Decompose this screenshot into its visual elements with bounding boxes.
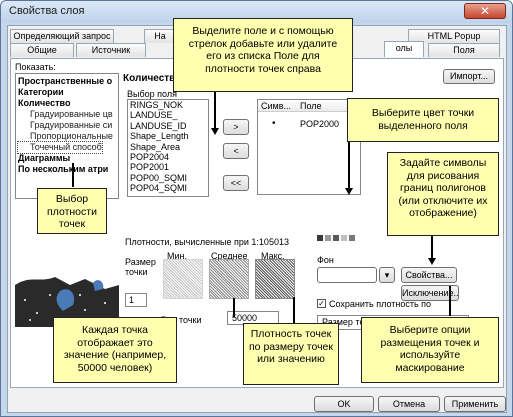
arrow-line xyxy=(293,297,295,323)
show-label: Показать: xyxy=(15,62,56,72)
tree-item-graduated-colors[interactable]: Градуированные цв xyxy=(18,109,116,120)
arrow-head xyxy=(428,258,436,265)
tree-item-dot-density[interactable]: Точечный способ xyxy=(17,141,103,154)
min-density-preview[interactable] xyxy=(163,259,203,299)
tab-partial[interactable]: На xyxy=(144,29,176,43)
symbol-swatch[interactable] xyxy=(325,235,331,241)
field-selection-label: Выбор поля xyxy=(127,89,177,99)
close-button[interactable]: ✕ xyxy=(464,3,506,19)
tree-item-features[interactable]: Пространственные о xyxy=(18,76,116,87)
keep-density-label: Сохранить плотность по xyxy=(329,299,432,309)
tree-item-graduated-symbols[interactable]: Градуированные си xyxy=(18,120,116,131)
field-list[interactable]: RINGS_NOK LANDUSE_ LANDUSE_ID Shape_Leng… xyxy=(127,99,209,197)
column-field-header[interactable]: Поле xyxy=(300,101,322,111)
background-symbol-button[interactable] xyxy=(317,267,377,283)
callout-symbols: Задайте символы для рисования границ пол… xyxy=(387,152,499,236)
tab-symbology[interactable]: олы xyxy=(384,41,424,57)
callout-dot-color: Выберите цвет точки выделенного поля xyxy=(347,98,499,142)
list-item[interactable]: Shape_Length xyxy=(128,131,208,141)
arrow-line xyxy=(214,92,216,130)
callout-field-selection: Выделите поле и с помощью стрелок добавь… xyxy=(173,18,353,92)
layer-properties-window: Свойства слоя ✕ Определяющий запрос На H… xyxy=(0,0,513,417)
tab-general[interactable]: Общие xyxy=(10,43,74,57)
callout-options: Выберите опции размещения точек и исполь… xyxy=(361,317,499,383)
dot-size-input[interactable]: 1 xyxy=(125,293,147,307)
list-item[interactable]: Shape_Area xyxy=(128,142,208,152)
list-item[interactable]: POP2001 xyxy=(128,162,208,172)
tab-fields[interactable]: Поля xyxy=(428,43,500,57)
table-row-field[interactable]: POP2000 xyxy=(300,119,339,129)
selected-fields-table[interactable]: Симв... Поле • POP2000 xyxy=(257,99,361,195)
arrow-head xyxy=(345,188,353,195)
mean-density-preview[interactable] xyxy=(209,259,249,299)
callout-density-size: Плотность точек по размеру точек или зна… xyxy=(243,323,339,385)
symbol-swatch[interactable] xyxy=(349,235,355,241)
window-title: Свойства слоя xyxy=(9,5,85,17)
symbol-swatch[interactable] xyxy=(317,235,323,241)
density-label: Плотности, вычисленные при 1:105013 xyxy=(125,237,289,247)
list-item[interactable]: POP00_SQMI xyxy=(128,173,208,183)
add-field-button[interactable]: > xyxy=(223,119,249,135)
tree-item-charts[interactable]: Диаграммы xyxy=(18,153,116,164)
tree-item-quantities[interactable]: Количество xyxy=(18,98,116,109)
tab-source[interactable]: Источник xyxy=(76,43,146,57)
arrow-line xyxy=(348,142,350,190)
arrow-line xyxy=(72,163,74,187)
list-item[interactable]: POP04_SQMI xyxy=(128,183,208,193)
tree-item-proportional[interactable]: Пропорциональные xyxy=(18,131,116,142)
list-item[interactable]: RINGS_NOK xyxy=(128,100,208,110)
list-item[interactable]: LANDUSE_ID xyxy=(128,121,208,131)
properties-button[interactable]: Свойства... xyxy=(401,267,457,283)
apply-button[interactable]: Применить xyxy=(444,396,506,412)
list-item[interactable]: LANDUSE_ xyxy=(128,110,208,120)
renderer-tree[interactable]: Пространственные о Категории Количество … xyxy=(15,73,119,199)
cancel-button[interactable]: Отмена xyxy=(378,396,440,412)
dot-size-label: Размер точки xyxy=(125,257,156,277)
callout-dot-value: Каждая точка отображает это значение (на… xyxy=(53,317,177,383)
remove-field-button[interactable]: < xyxy=(223,143,249,159)
background-label: Фон xyxy=(317,255,334,265)
arrow-line xyxy=(431,236,433,260)
symbol-swatch[interactable] xyxy=(341,235,347,241)
callout-density-choice: Выбор плотности точек xyxy=(37,188,107,234)
keep-density-checkbox[interactable]: ✓ xyxy=(317,299,326,308)
background-color-dropdown[interactable]: ▾ xyxy=(379,267,395,283)
ok-button[interactable]: OK xyxy=(314,396,374,412)
tab-definition-query[interactable]: Определяющий запрос xyxy=(10,29,114,43)
symbol-swatch[interactable] xyxy=(333,235,339,241)
arrow-line xyxy=(449,286,451,316)
remove-all-fields-button[interactable]: << xyxy=(223,175,249,191)
arrow-head xyxy=(211,128,219,135)
import-button[interactable]: Импорт... xyxy=(443,69,495,84)
column-symbol-header[interactable]: Симв... xyxy=(261,101,291,111)
max-density-preview[interactable] xyxy=(255,259,295,299)
dot-symbol[interactable]: • xyxy=(272,118,276,129)
tree-item-multiple-attributes[interactable]: По нескольким атри xyxy=(18,164,116,175)
tree-item-categories[interactable]: Категории xyxy=(18,87,116,98)
list-item[interactable]: POP2004 xyxy=(128,152,208,162)
arrow-line xyxy=(233,298,235,317)
chevron-down-icon: ▾ xyxy=(384,270,390,280)
